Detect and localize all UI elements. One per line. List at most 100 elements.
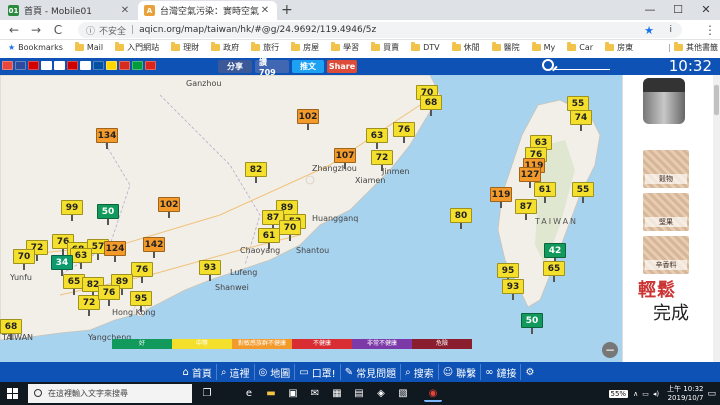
aqi-station-marker[interactable]: 87: [515, 199, 537, 220]
aqi-station-marker[interactable]: 119: [490, 187, 512, 208]
aqi-station-marker[interactable]: 55: [572, 182, 594, 203]
tweet-button[interactable]: 推文: [292, 60, 324, 73]
bookmark-folder[interactable]: 休閒: [451, 41, 480, 53]
bookmark-folder[interactable]: 買賣: [371, 41, 399, 53]
close-window-button[interactable]: ✕: [692, 0, 720, 20]
windows-start-icon[interactable]: [7, 388, 18, 399]
aqi-station-marker[interactable]: 95: [497, 263, 519, 284]
reload-button[interactable]: C: [50, 23, 66, 37]
tab-close-icon[interactable]: ✕: [259, 5, 271, 16]
network-icon[interactable]: ▭: [642, 390, 649, 398]
back-button[interactable]: ←: [6, 23, 22, 37]
bookmark-folder[interactable]: 房東: [605, 41, 633, 53]
language-flag-icon[interactable]: [41, 61, 52, 70]
app-icon[interactable]: ▤: [350, 385, 368, 402]
store-icon[interactable]: ▣: [284, 385, 302, 402]
new-tab-button[interactable]: +: [281, 2, 293, 18]
bookmark-folder[interactable]: Mail: [74, 41, 103, 52]
ad-tile[interactable]: 穀物: [643, 150, 689, 188]
aqi-station-marker[interactable]: 50: [97, 204, 119, 225]
bookmark-folder[interactable]: Car: [567, 41, 593, 52]
aqi-station-marker[interactable]: 55: [567, 96, 589, 117]
profile-icon[interactable]: ⅰ: [669, 25, 672, 35]
language-flag-icon[interactable]: [145, 61, 156, 70]
bookmark-folder[interactable]: 政府: [211, 41, 239, 53]
language-flag-icon[interactable]: [15, 61, 26, 70]
file-explorer-icon[interactable]: ▬: [262, 385, 280, 402]
mail-icon[interactable]: ✉: [306, 385, 324, 402]
info-icon[interactable]: ⓘ: [86, 24, 95, 37]
aqi-station-marker[interactable]: 50: [521, 313, 543, 334]
aqi-station-marker[interactable]: 70: [13, 249, 35, 270]
language-flag-icon[interactable]: [80, 61, 91, 70]
bookmark-folder[interactable]: 醫院: [491, 41, 520, 53]
taskbar-clock[interactable]: 上午 10:32 2019/10/7: [667, 385, 703, 403]
aqi-station-marker[interactable]: 93: [502, 279, 524, 300]
aqi-station-marker[interactable]: 99: [61, 200, 83, 221]
photos-icon[interactable]: ▦: [328, 385, 346, 402]
language-flag-icon[interactable]: [93, 61, 104, 70]
aqi-station-marker[interactable]: 61: [534, 182, 556, 203]
aqi-station-marker[interactable]: 34: [51, 255, 73, 276]
aqi-station-marker[interactable]: 68: [0, 319, 22, 340]
app-icon[interactable]: ▧: [394, 385, 412, 402]
map-zoom-out-icon[interactable]: −: [602, 342, 618, 358]
tray-chevron-icon[interactable]: ∧: [633, 390, 638, 398]
language-flag-icon[interactable]: [119, 61, 130, 70]
bookmark-folder[interactable]: 學習: [331, 41, 359, 53]
aqi-station-marker[interactable]: 102: [158, 197, 180, 218]
url-input[interactable]: ⓘ 不安全 | aqicn.org/map/taiwan/hk/#@g/24.9…: [78, 22, 682, 38]
aqi-station-marker[interactable]: 70: [279, 220, 301, 241]
search-icon[interactable]: [542, 59, 554, 71]
language-flag-icon[interactable]: [132, 61, 143, 70]
notifications-icon[interactable]: ▭: [707, 389, 716, 399]
tab-close-icon[interactable]: ✕: [119, 5, 131, 16]
tab-mobile01[interactable]: 01 首頁 - Mobile01 ✕: [2, 1, 137, 20]
nav-home[interactable]: ⌂ 首頁: [179, 364, 216, 380]
aqi-station-marker[interactable]: 93: [199, 260, 221, 281]
aqi-station-marker[interactable]: 102: [297, 109, 319, 130]
aqi-station-marker[interactable]: 42: [544, 243, 566, 264]
aqi-station-marker[interactable]: 76: [98, 285, 120, 306]
minimize-button[interactable]: —: [636, 0, 664, 20]
nav-search[interactable]: ⌕ 這裡: [215, 364, 254, 380]
battery-indicator[interactable]: 55%: [608, 389, 629, 398]
nav-gear[interactable]: ⚙: [520, 364, 541, 380]
aqi-station-marker[interactable]: 95: [130, 291, 152, 312]
facebook-share-button[interactable]: 分享: [218, 60, 252, 73]
nav-mask[interactable]: ▭ 口罩!: [294, 364, 339, 380]
aqi-station-marker[interactable]: 134: [96, 128, 118, 149]
aqi-station-marker[interactable]: 76: [131, 262, 153, 283]
aqi-station-marker[interactable]: 63: [366, 128, 388, 149]
forward-button[interactable]: →: [28, 23, 44, 37]
bookmark-folder[interactable]: 旅行: [251, 41, 279, 53]
aqi-station-marker[interactable]: 63: [70, 248, 92, 269]
bookmark-star-icon[interactable]: ★: [644, 24, 654, 37]
edge-icon[interactable]: e: [240, 385, 258, 402]
aqi-map[interactable]: Ganzhou Zhangzhou Xiamen Jinmen Huanggan…: [0, 75, 622, 362]
bookmark-folder[interactable]: 房屋: [291, 41, 319, 53]
chrome-icon[interactable]: ◉: [424, 385, 442, 402]
aqi-station-marker[interactable]: 127: [519, 167, 541, 188]
app-icon[interactable]: ◈: [372, 385, 390, 402]
language-flag-icon[interactable]: [2, 61, 13, 70]
ad-tile[interactable]: 堅果: [643, 193, 689, 231]
aqi-station-marker[interactable]: 82: [245, 162, 267, 183]
aqi-station-marker[interactable]: 142: [143, 237, 165, 258]
chrome-menu-icon[interactable]: ⋮: [704, 23, 716, 37]
aqi-station-marker[interactable]: 124: [104, 241, 126, 262]
language-flag-icon[interactable]: [106, 61, 117, 70]
scroll-thumb[interactable]: [714, 85, 719, 115]
language-flag-icon[interactable]: [67, 61, 78, 70]
maximize-button[interactable]: ☐: [664, 0, 692, 20]
ad-tile[interactable]: 辛香料: [643, 236, 689, 274]
task-view-icon[interactable]: ❐: [198, 385, 216, 402]
facebook-like-button[interactable]: 讚 709: [255, 58, 289, 77]
aqi-station-marker[interactable]: 80: [450, 208, 472, 229]
gplus-share-button[interactable]: Share: [327, 60, 357, 73]
aqi-station-marker[interactable]: 72: [78, 295, 100, 316]
aqi-station-marker[interactable]: 107: [334, 148, 356, 169]
taskbar-search-input[interactable]: 在這裡輸入文字來搜尋: [28, 384, 192, 403]
bookmark-folder[interactable]: DTV: [411, 41, 440, 52]
other-bookmarks[interactable]: | 其他書籤: [668, 41, 718, 53]
